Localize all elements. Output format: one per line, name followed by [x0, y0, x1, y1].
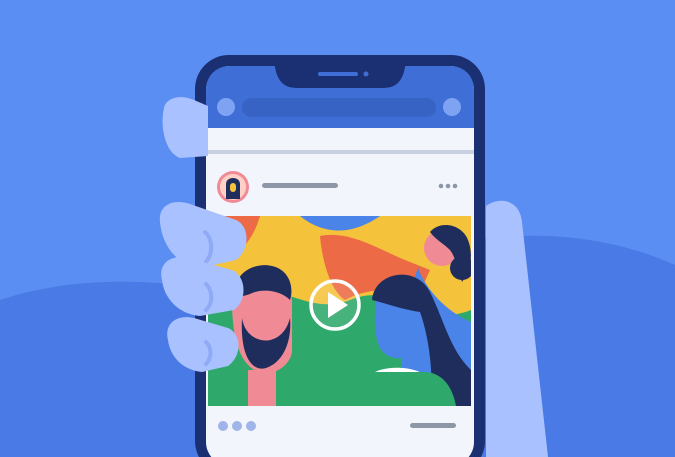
phone-speaker — [318, 72, 358, 76]
feed-divider — [206, 150, 474, 154]
avatar-face — [230, 183, 236, 192]
phone-camera — [363, 71, 369, 77]
play-icon[interactable] — [309, 279, 361, 331]
messenger-icon[interactable] — [443, 98, 461, 116]
illustration — [0, 0, 675, 457]
reaction-dots-icon[interactable] — [218, 421, 256, 431]
search-bar[interactable] — [242, 98, 436, 117]
illustration-svg — [0, 0, 675, 457]
menu-icon[interactable] — [217, 98, 235, 116]
post-footer-line — [410, 423, 456, 428]
more-options-icon[interactable] — [438, 183, 458, 189]
post-author-line — [262, 183, 338, 188]
